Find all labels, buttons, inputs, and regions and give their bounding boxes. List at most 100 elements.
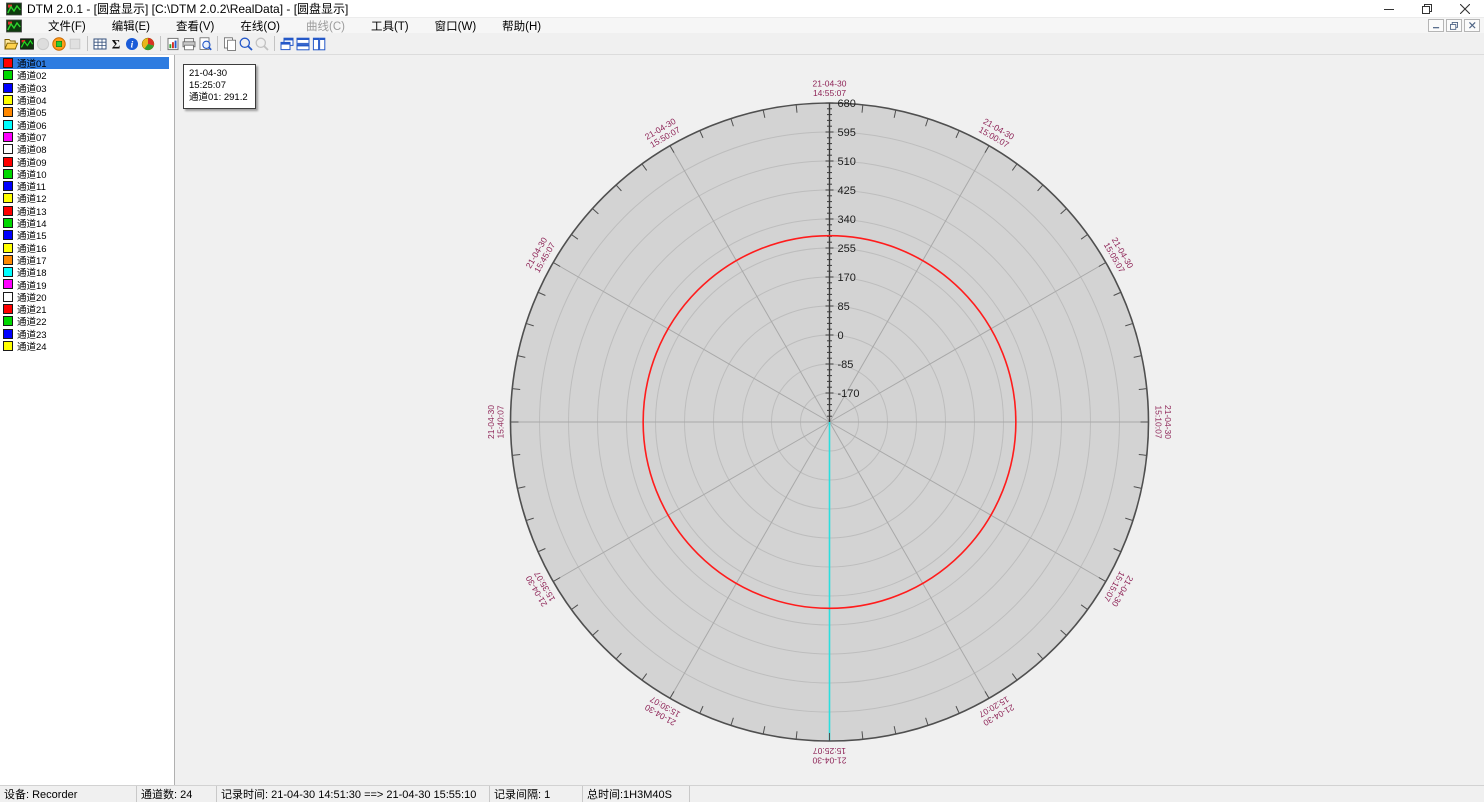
menu-online[interactable]: 在线(O) [227,18,293,33]
menu-file[interactable]: 文件(F) [35,18,99,33]
channel-item-通道01[interactable]: 通道01 [0,57,169,69]
channel-item-通道04[interactable]: 通道04 [0,94,169,106]
time-label-15:10:07: 21-04-3015:10:07 [1154,405,1174,439]
radial-axis-label: 425 [838,185,856,197]
tile-vertical-button[interactable] [311,35,327,53]
minimize-button[interactable] [1370,0,1408,18]
status-segment-4: 总时间:1H3M40S [583,786,690,802]
status-segment-3: 记录间隔: 1 [490,786,583,802]
channel-item-通道20[interactable]: 通道20 [0,291,169,303]
document-icon[interactable] [6,19,22,33]
channel-color-swatch [3,206,13,216]
close-button[interactable] [1446,0,1484,18]
channel-color-swatch [3,267,13,277]
statistics-sum-button[interactable]: Σ [108,35,124,53]
tile-horizontal-button[interactable] [295,35,311,53]
window-title: DTM 2.0.1 - [圆盘显示] [C:\DTM 2.0.2\RealDat… [27,0,348,17]
print-button[interactable] [181,35,197,53]
tooltip-time: 15:25:07 [189,80,248,92]
radial-axis-label: 680 [838,98,856,110]
curve-display-button[interactable] [19,35,35,53]
title-bar: DTM 2.0.1 - [圆盘显示] [C:\DTM 2.0.2\RealDat… [0,0,1484,18]
zoom-in-button[interactable] [238,35,254,53]
stop-icon [67,36,83,52]
channel-color-swatch [3,304,13,314]
channel-item-通道22[interactable]: 通道22 [0,315,169,327]
channel-item-通道23[interactable]: 通道23 [0,328,169,340]
channel-item-通道09[interactable]: 通道09 [0,155,169,167]
tooltip-date: 21-04-30 [189,68,248,80]
channel-item-通道16[interactable]: 通道16 [0,241,169,253]
app-icon [6,2,22,16]
radial-axis-label: 595 [838,127,856,139]
menu-curve: 曲线(C) [293,18,358,33]
minimize-icon [1384,4,1394,14]
open-file-icon [3,36,19,52]
menu-help[interactable]: 帮助(H) [489,18,554,33]
record-active-button[interactable] [51,35,67,53]
open-file-button[interactable] [3,35,19,53]
channel-item-通道17[interactable]: 通道17 [0,254,169,266]
data-table-button[interactable] [92,35,108,53]
radial-axis-label: 340 [838,214,856,226]
main-area: 通道01通道02通道03通道04通道05通道06通道07通道08通道09通道10… [0,55,1484,785]
channel-item-通道13[interactable]: 通道13 [0,205,169,217]
channel-item-通道11[interactable]: 通道11 [0,180,169,192]
child-restore-button[interactable] [1446,19,1462,32]
time-label-15:40:07: 21-04-3015:40:07 [486,405,506,439]
radial-axis-label: 170 [838,272,856,284]
channel-color-swatch [3,83,13,93]
pie-chart-icon [140,36,156,52]
print-preview-icon [197,36,213,52]
chart-area[interactable]: 680595510425340255170850-85-17021-04-301… [175,55,1484,785]
channel-color-swatch [3,193,13,203]
channel-color-swatch [3,157,13,167]
child-close-button[interactable] [1464,19,1480,32]
export-report-button[interactable] [165,35,181,53]
copy-button[interactable] [222,35,238,53]
child-minimize-button[interactable] [1428,19,1444,32]
menu-view[interactable]: 查看(V) [163,18,227,33]
menu-window[interactable]: 窗口(W) [422,18,490,33]
channel-item-通道18[interactable]: 通道18 [0,266,169,278]
channel-item-通道14[interactable]: 通道14 [0,217,169,229]
menu-edit[interactable]: 编辑(E) [99,18,163,33]
channel-color-swatch [3,58,13,68]
polar-chart: 680595510425340255170850-85-17021-04-301… [175,55,1484,785]
channel-color-swatch [3,279,13,289]
print-preview-button[interactable] [197,35,213,53]
channel-item-通道05[interactable]: 通道05 [0,106,169,118]
channel-item-通道06[interactable]: 通道06 [0,118,169,130]
tooltip-channel-value: 通道01: 291.2 [189,92,248,104]
print-icon [181,36,197,52]
radial-axis-label: -170 [838,388,860,400]
restore-button[interactable] [1408,0,1446,18]
tile-horizontal-icon [295,36,311,52]
zoom-out-icon [254,36,270,52]
channel-item-通道15[interactable]: 通道15 [0,229,169,241]
channel-item-通道08[interactable]: 通道08 [0,143,169,155]
pie-chart-button[interactable] [140,35,156,53]
record-idle-icon [35,36,51,52]
statistics-sum-icon: Σ [108,36,124,52]
tile-vertical-icon [311,36,327,52]
channel-item-通道24[interactable]: 通道24 [0,340,169,352]
cascade-windows-button[interactable] [279,35,295,53]
channel-item-通道12[interactable]: 通道12 [0,192,169,204]
toolbar-separator [160,36,161,51]
radial-axis-label: 510 [838,156,856,168]
info-button[interactable]: i [124,35,140,53]
channel-item-通道19[interactable]: 通道19 [0,278,169,290]
svg-text:Σ: Σ [112,36,121,51]
radial-axis-label: 0 [838,330,844,342]
toolbar-separator [274,36,275,51]
menu-items: 文件(F)编辑(E)查看(V)在线(O)曲线(C)工具(T)窗口(W)帮助(H) [35,18,554,33]
channel-item-通道02[interactable]: 通道02 [0,69,169,81]
menu-tools[interactable]: 工具(T) [358,18,422,33]
channel-item-通道21[interactable]: 通道21 [0,303,169,315]
stop-button [67,35,83,53]
channel-item-通道10[interactable]: 通道10 [0,168,169,180]
channel-color-swatch [3,341,13,351]
channel-item-通道03[interactable]: 通道03 [0,82,169,94]
channel-item-通道07[interactable]: 通道07 [0,131,169,143]
